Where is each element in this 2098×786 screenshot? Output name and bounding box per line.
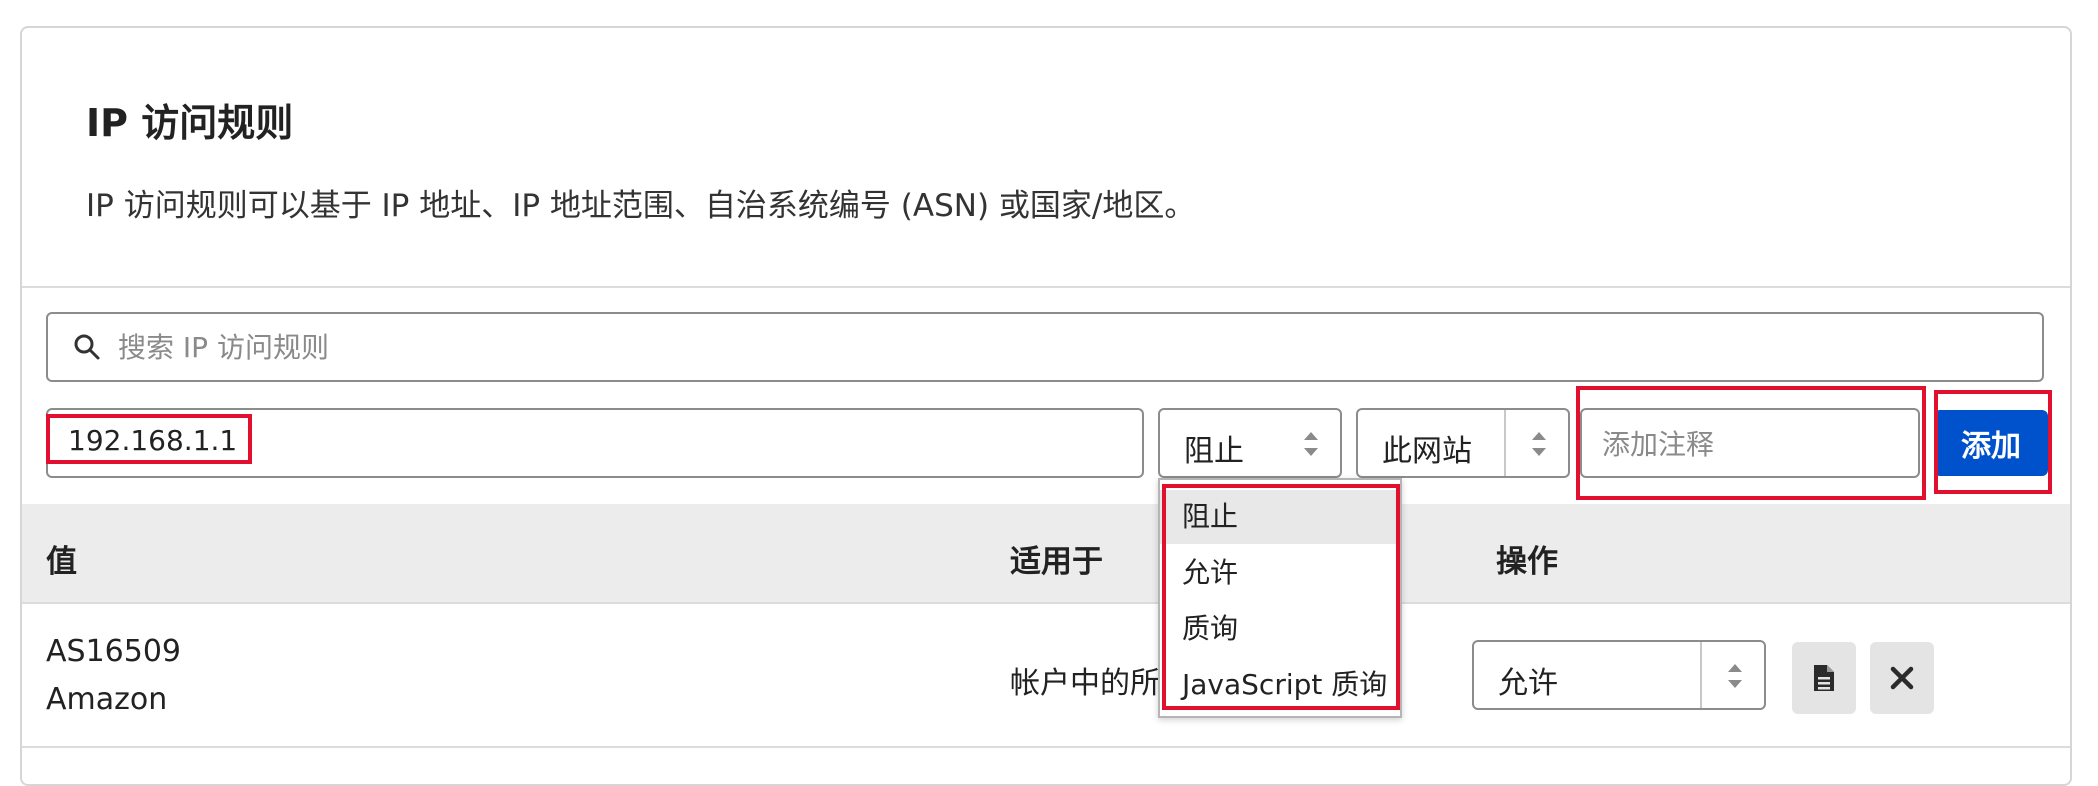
divider [22,286,2070,288]
scope-select[interactable]: 此网站 [1356,408,1570,478]
search-box[interactable] [46,312,2044,382]
row-applies-to: 帐户中的所 [1010,666,1160,701]
dropdown-option-allow[interactable]: 允许 [1160,546,1400,600]
document-icon [1814,665,1834,691]
scope-select-value: 此网站 [1382,434,1472,469]
delete-rule-button[interactable] [1870,642,1934,714]
row-value-asn: AS16509 [46,634,181,669]
search-icon [74,334,100,360]
row-action-select-value: 允许 [1498,666,1558,701]
note-field[interactable] [1580,408,1920,478]
ip-value-field[interactable]: 192.168.1.1 [46,408,1144,478]
select-separator [1700,642,1702,708]
ip-value-text: 192.168.1.1 [68,424,238,457]
select-arrows-icon [1728,664,1742,688]
add-button[interactable]: 添加 [1934,410,2048,476]
row-value-name: Amazon [46,682,168,717]
dropdown-option-challenge[interactable]: 质询 [1160,602,1400,656]
edit-note-button[interactable] [1792,642,1856,714]
column-header-applies-to: 适用于 [1010,544,1103,580]
section-description: IP 访问规则可以基于 IP 地址、IP 地址范围、自治系统编号 (ASN) 或… [86,188,1196,224]
column-header-actions: 操作 [1496,544,1558,580]
table-row: AS16509 Amazon 帐户中的所 允许 [22,602,2070,748]
action-select[interactable]: 阻止 [1158,408,1342,478]
select-separator [1504,410,1506,476]
section-title: IP 访问规则 [86,101,294,145]
table-header: 值 适用于 操作 [22,504,2070,602]
column-header-value: 值 [46,544,77,580]
action-select-value: 阻止 [1184,434,1244,469]
dropdown-option-block[interactable]: 阻止 [1160,490,1400,544]
search-input[interactable] [118,322,2018,372]
dropdown-option-js-challenge[interactable]: JavaScript 质询 [1160,658,1400,712]
action-dropdown-menu: 阻止 允许 质询 JavaScript 质询 [1158,478,1402,718]
select-arrows-icon [1532,432,1546,456]
row-action-select[interactable]: 允许 [1472,640,1766,710]
select-arrows-icon [1304,432,1318,456]
note-input[interactable] [1602,420,1902,468]
close-icon [1890,666,1914,690]
